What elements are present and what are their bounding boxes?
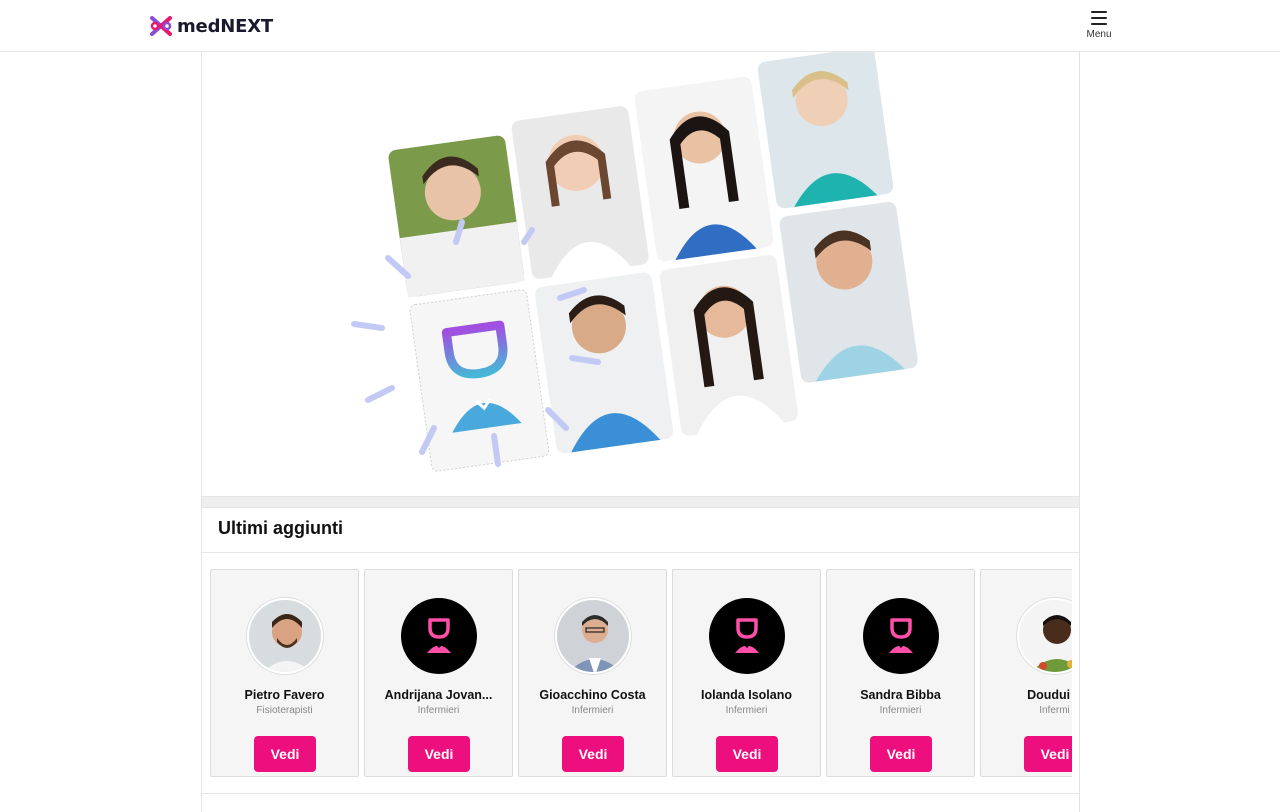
section-separator [202,496,1079,508]
hero-photo-7 [779,201,918,383]
hero-photo-3 [634,76,774,262]
brand-name: medNEXT [177,15,273,37]
hamburger-icon [1091,11,1107,25]
view-profile-button[interactable]: Vedi [254,736,316,772]
profile-card: Pietro Favero Fisioterapisti Vedi [210,569,359,777]
placeholder-person-icon [735,618,759,653]
avatar-placeholder [863,598,939,674]
carousel-track: Pietro Favero Fisioterapisti Vedi Andrij… [210,569,1072,777]
section-title: Ultimi aggiunti [218,518,343,538]
hero-photo-4 [757,52,894,209]
recent-profiles-carousel[interactable]: Pietro Favero Fisioterapisti Vedi Andrij… [210,569,1072,777]
menu-button[interactable]: Menu [1082,9,1116,43]
placeholder-person-icon [889,618,913,653]
hero-photo-2 [511,106,649,280]
profile-name: Pietro Favero [244,688,325,702]
view-profile-button[interactable]: Vedi [716,736,778,772]
brand-logo[interactable]: medNEXT [149,14,273,38]
avatar-placeholder [709,598,785,674]
profile-role: Fisioterapisti [256,705,313,716]
profile-role: Infermi [1039,705,1070,716]
profile-name: Andrijana Jovan... [384,688,493,702]
view-profile-button[interactable]: Vedi [408,736,470,772]
hero-collage-image [351,52,918,472]
main-column: Ultimi aggiunti Pietro Favero Fisioterap… [201,52,1080,812]
profile-card: Sandra Bibba Infermieri Vedi [826,569,975,777]
hero-photo-6 [659,255,798,436]
hero-placeholder-card [409,289,550,472]
profile-role: Infermieri [879,705,922,716]
top-navbar: medNEXT Menu [0,0,1280,52]
profile-name: Gioacchino Costa [539,688,646,702]
profile-card: Gioacchino Costa Infermieri Vedi [518,569,667,777]
profile-name: Doudui E [1027,688,1072,702]
menu-label: Menu [1086,29,1112,40]
view-profile-button[interactable]: Vedi [562,736,624,772]
profile-card: Iolanda Isolano Infermieri Vedi [672,569,821,777]
avatar [1017,598,1072,674]
mednext-logo-icon [150,16,172,36]
profile-role: Infermieri [417,705,460,716]
avatar-placeholder [401,598,477,674]
hero-photo-5 [535,272,674,454]
profile-card: Andrijana Jovan... Infermieri Vedi [364,569,513,777]
view-profile-button[interactable]: Vedi [870,736,932,772]
divider [202,552,1079,553]
hero-illustration [202,52,1079,496]
profile-name: Sandra Bibba [860,688,941,702]
avatar [247,598,323,674]
profile-name: Iolanda Isolano [701,688,792,702]
view-profile-button[interactable]: Vedi [1024,736,1072,772]
placeholder-person-icon [427,618,451,653]
profile-card: Doudui E Infermi Vedi [980,569,1072,777]
divider [202,793,1079,794]
avatar [555,598,631,674]
profile-role: Infermieri [725,705,768,716]
profile-role: Infermieri [571,705,614,716]
